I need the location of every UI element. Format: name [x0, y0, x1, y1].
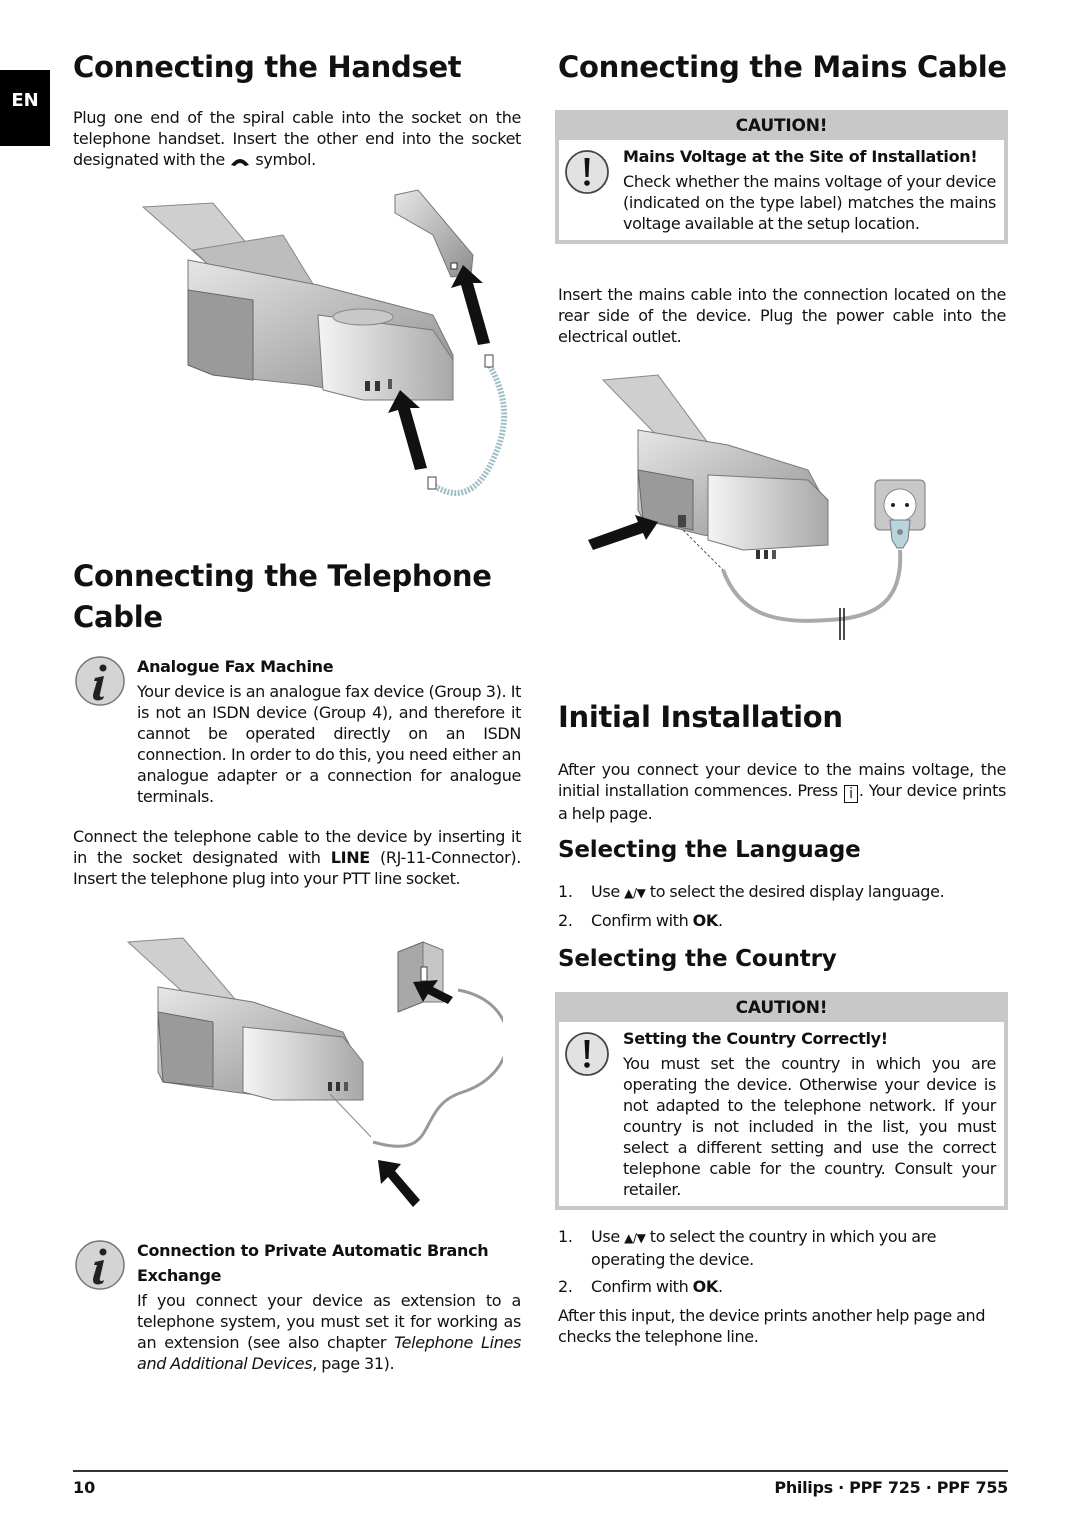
note-body: If you connect your device as extension … [137, 1291, 521, 1373]
note-title: Connection to Private Automatic Branch E… [137, 1241, 489, 1285]
page-number: 10 [73, 1478, 96, 1497]
list-item: 2. Confirm with OK. [558, 911, 723, 930]
power-outlet-drawing [874, 479, 926, 549]
up-down-arrows-icon: ▲/▼ [624, 886, 646, 900]
caution-body: Check whether the mains voltage of your … [623, 172, 996, 233]
list-item: 1. Use ▲/▼ to select the desired display… [558, 882, 945, 901]
info-icon [75, 656, 125, 706]
telephone-cable [372, 988, 503, 1148]
section-title-telephone-cable-line1: Connecting the Telephone [73, 559, 492, 593]
mains-connection-illustration [588, 374, 926, 640]
info-note-pabx: Connection to Private Automatic Branch E… [73, 1238, 521, 1374]
info-key-icon: i [843, 785, 858, 803]
section-title-initial-installation: Initial Installation [558, 700, 843, 734]
caution-header: CAUTION! [735, 116, 828, 136]
exclamation-icon [565, 1032, 609, 1076]
mains-cable-instructions: Insert the mains cable into the connecti… [558, 285, 1006, 346]
note-body: Your device is an analogue fax device (G… [137, 682, 521, 806]
handset-connection-illustration [141, 189, 508, 497]
language-tab: EN [0, 70, 50, 146]
caution-body: You must set the country in which you ar… [623, 1054, 996, 1199]
handset-instructions: Plug one end of the spiral cable into th… [73, 108, 521, 169]
arrow-up-left-icon [378, 1160, 420, 1207]
country-steps: 1. Use ▲/▼ to select the country in whic… [558, 1226, 1006, 1303]
footer-divider [73, 1470, 1008, 1472]
telephone-cable-instructions: Connect the telephone cable to the devic… [73, 827, 521, 888]
fax-machine-drawing [126, 937, 364, 1101]
country-closing-text: After this input, the device prints anot… [558, 1306, 986, 1346]
exclamation-icon [565, 150, 609, 194]
up-down-arrows-icon: ▲/▼ [624, 1231, 646, 1245]
caution-box-country: CAUTION! Setting the Country Correctly! … [555, 992, 1008, 1210]
section-title-country: Selecting the Country [558, 946, 837, 972]
initial-installation-text: After you connect your device to the mai… [558, 760, 1006, 823]
language-steps: 1. Use ▲/▼ to select the desired display… [558, 881, 1006, 937]
handset-icon [231, 159, 250, 166]
arrow-up-right-icon [451, 265, 490, 345]
section-title-telephone-cable-line2: Cable [73, 600, 163, 634]
telephone-line-illustration [126, 937, 503, 1207]
list-item: 1. Use ▲/▼ to select the country in whic… [558, 1227, 937, 1269]
caution-title: Setting the Country Correctly! [623, 1029, 888, 1048]
note-title: Analogue Fax Machine [137, 657, 334, 676]
caution-header: CAUTION! [735, 998, 828, 1018]
info-note-analogue: Analogue Fax Machine Your device is an a… [73, 654, 521, 807]
arrow-up-left-icon [388, 390, 427, 470]
list-item: 2. Confirm with OK. [558, 1277, 723, 1296]
arrow-right-icon [588, 515, 658, 550]
handset-drawing [394, 189, 474, 278]
section-title-mains-cable: Connecting the Mains Cable [558, 50, 1007, 84]
info-icon [75, 1240, 125, 1290]
section-title-language: Selecting the Language [558, 837, 861, 863]
product-name: Philips · PPF 725 · PPF 755 [774, 1478, 1008, 1497]
mains-cable [721, 549, 903, 623]
section-title-handset: Connecting the Handset [73, 50, 462, 84]
fax-machine-drawing [141, 202, 454, 401]
wall-socket-drawing [397, 941, 444, 1013]
caution-title: Mains Voltage at the Site of Installatio… [623, 147, 978, 166]
caution-box-mains-voltage: CAUTION! Mains Voltage at the Site of In… [555, 110, 1008, 244]
